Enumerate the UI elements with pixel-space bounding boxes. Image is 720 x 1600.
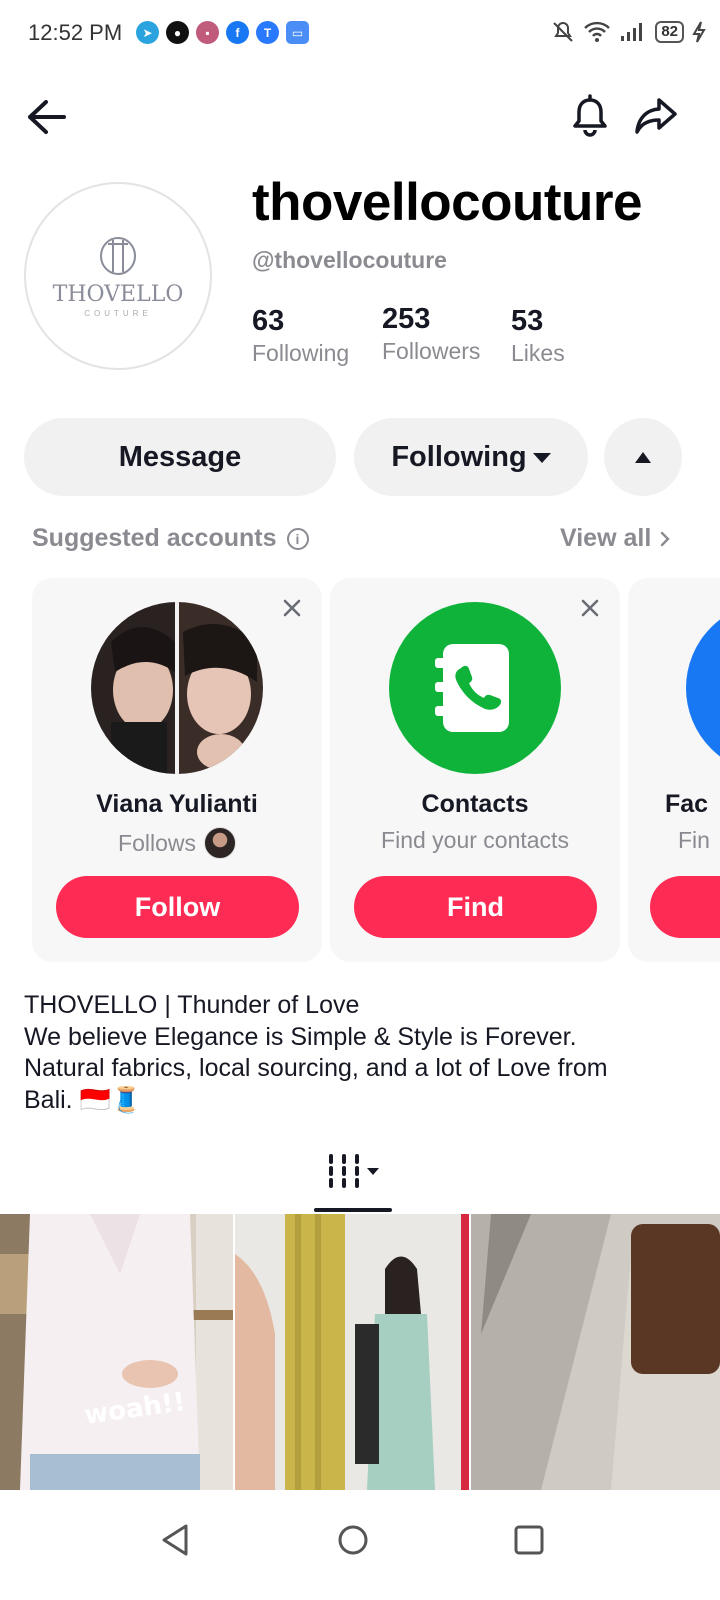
- logo-mark-icon: [100, 237, 136, 275]
- close-icon[interactable]: [578, 596, 602, 620]
- logo-name: THOVELLO: [52, 282, 184, 307]
- info-icon[interactable]: i: [286, 527, 309, 550]
- suggested-subtitle: Fin: [678, 827, 710, 853]
- follows-label: Follows: [118, 829, 196, 856]
- stat-following[interactable]: 63 Following: [252, 305, 349, 367]
- bio-line: Bali. 🇮🇩🧵: [24, 1085, 142, 1114]
- stat-likes[interactable]: 53 Likes: [511, 305, 565, 367]
- stat-value: 53: [511, 305, 544, 337]
- signal-icon: [621, 23, 643, 41]
- stat-value: 253: [382, 303, 431, 335]
- suggested-title-text: Suggested accounts: [32, 524, 277, 552]
- bio-line: Natural fabrics, local sourcing, and a l…: [24, 1054, 608, 1082]
- mute-icon: [553, 21, 574, 42]
- bio-line: THOVELLO | Thunder of Love: [24, 991, 360, 1019]
- status-bar: 12:52 PM ➤ ● ▪ f T ▭ 82: [0, 0, 720, 66]
- follow-button[interactable]: Follow: [56, 876, 299, 938]
- suggested-card[interactable]: Contacts Find your contacts Find: [330, 578, 620, 962]
- caret-down-icon: [532, 453, 551, 463]
- profile-bio: THOVELLO | Thunder of Love We believe El…: [24, 990, 684, 1116]
- avatar[interactable]: [91, 602, 263, 774]
- app-icon: ▭: [286, 21, 309, 44]
- nav-recents-icon[interactable]: [499, 1510, 559, 1570]
- bell-icon[interactable]: [566, 92, 614, 140]
- telegram-icon: ➤: [136, 21, 159, 44]
- following-button[interactable]: Following: [354, 418, 588, 496]
- follow-button-label: Follow: [134, 891, 221, 922]
- suggested-name: Viana Yulianti: [96, 790, 258, 818]
- facebook-find-button[interactable]: [650, 876, 720, 938]
- share-icon[interactable]: [632, 92, 680, 140]
- suggested-name: Contacts: [421, 790, 529, 818]
- tab-indicator: [314, 1208, 392, 1212]
- stat-value: 63: [252, 305, 285, 337]
- nav-back-icon[interactable]: [146, 1510, 206, 1570]
- find-button-label: Find: [447, 891, 504, 922]
- video-thumbnail[interactable]: woah!!: [0, 1214, 233, 1490]
- suggested-name: Fac: [665, 790, 709, 818]
- facebook-icon: f: [226, 21, 249, 44]
- wifi-icon: [584, 21, 611, 42]
- top-nav: [0, 88, 720, 144]
- tab-videos[interactable]: [314, 1150, 392, 1214]
- nav-home-icon[interactable]: [323, 1510, 383, 1570]
- collapse-suggestions-button[interactable]: [604, 418, 682, 496]
- view-all-label: View all: [560, 524, 652, 552]
- video-thumbnail[interactable]: [235, 1214, 469, 1490]
- suggested-card[interactable]: Viana Yulianti Follows Follow: [32, 578, 322, 962]
- facebook-icon: [686, 602, 720, 774]
- stat-label: Following: [252, 340, 350, 366]
- video-thumbnail[interactable]: [471, 1214, 720, 1490]
- caret-up-icon: [635, 451, 651, 463]
- back-arrow-icon[interactable]: [22, 94, 68, 140]
- message-button[interactable]: Message: [24, 418, 336, 496]
- suggested-card[interactable]: Fac Fin: [628, 578, 720, 962]
- chevron-right-icon: [661, 531, 670, 546]
- suggested-subtitle: Find your contacts: [381, 827, 569, 853]
- username-handle: @thovellocouture: [252, 247, 447, 273]
- system-status: 82: [551, 20, 706, 44]
- app-icon: T: [256, 21, 279, 44]
- view-all-link[interactable]: View all: [560, 524, 671, 553]
- bio-line: We believe Elegance is Simple & Style is…: [24, 1022, 577, 1051]
- battery-level: 82: [655, 21, 684, 43]
- contacts-icon[interactable]: [389, 602, 561, 774]
- stat-label: Likes: [511, 340, 565, 366]
- suggested-subtitle: Follows: [32, 827, 322, 859]
- app-icon: ●: [166, 21, 189, 44]
- app-icon: ▪: [196, 21, 219, 44]
- display-name: thovellocouture: [252, 173, 643, 232]
- suggested-accounts-title: Suggested accounts i: [32, 524, 309, 553]
- stat-label: Followers: [382, 338, 481, 364]
- charging-icon: [692, 21, 706, 43]
- videos-grid-icon: [329, 1154, 379, 1188]
- status-time: 12:52 PM: [28, 20, 123, 45]
- notification-icons: ➤ ● ▪ f T ▭: [136, 21, 309, 44]
- following-button-label: Following: [391, 440, 527, 473]
- system-nav-bar: [0, 1490, 720, 1600]
- stat-followers[interactable]: 253 Followers: [382, 303, 480, 365]
- close-icon[interactable]: [280, 596, 304, 620]
- logo-subtitle: COUTURE: [84, 309, 152, 318]
- profile-avatar[interactable]: THOVELLO COUTURE: [24, 182, 212, 370]
- find-button[interactable]: Find: [354, 876, 597, 938]
- avatar: [203, 827, 236, 859]
- message-button-label: Message: [118, 440, 242, 473]
